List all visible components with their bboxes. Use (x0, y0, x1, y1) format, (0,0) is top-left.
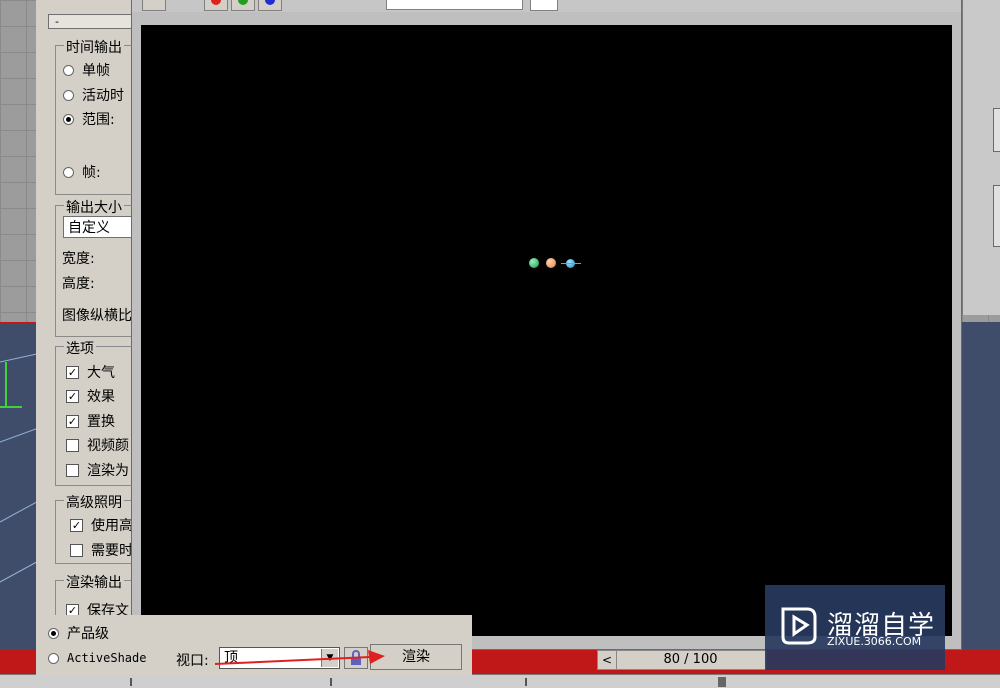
check-icon[interactable]: ✓ (70, 518, 83, 532)
track-key-marker[interactable] (718, 677, 726, 687)
frames-option[interactable]: 帧: (63, 162, 101, 182)
output-size-title: 输出大小 (64, 197, 124, 217)
check-icon[interactable]: ✓ (66, 365, 79, 379)
width-label: 宽度: (62, 251, 95, 267)
rollout-collapse-toggle[interactable]: - (48, 14, 138, 29)
radio-icon[interactable] (63, 64, 74, 76)
video-color-label: 视频颜 (87, 438, 129, 454)
render-to-fields-label: 渲染为 (87, 463, 129, 479)
height-label: 高度: (62, 276, 95, 292)
activeshade-option[interactable]: ActiveShade (48, 651, 148, 665)
production-label: 产品级 (67, 626, 109, 642)
orange-planet (546, 258, 556, 268)
channel-display-dropdown[interactable] (386, 0, 523, 10)
radio-icon[interactable] (48, 652, 59, 664)
use-advanced-lighting-label: 使用高 (91, 518, 133, 534)
advanced-lighting-title: 高级照明 (64, 492, 124, 512)
single-frame-label: 单帧 (82, 63, 110, 79)
radio-icon[interactable] (63, 166, 74, 178)
radio-icon[interactable] (63, 89, 74, 101)
red-dot-icon (211, 0, 221, 5)
save-image-button[interactable] (142, 0, 166, 11)
production-option[interactable]: 产品级 (48, 623, 109, 643)
check-icon[interactable]: ✓ (66, 389, 79, 403)
blue-channel-button[interactable] (258, 0, 282, 11)
frame-toolbar (132, 0, 961, 12)
annotation-arrow-icon (214, 650, 385, 665)
frame-counter[interactable]: 80 / 100 (618, 652, 763, 668)
check-icon[interactable] (66, 438, 79, 452)
render-setup-panel: - 时间输出 单帧 活动时 范围: 帧: 输出大小 宽度: 高度: 图像纵横比 … (36, 0, 151, 688)
prev-frame-icon[interactable]: < (598, 651, 617, 669)
track-tick (525, 678, 527, 686)
blue-dot-icon (265, 0, 275, 5)
compute-when-needed-label: 需要时 (91, 543, 133, 559)
viewport-label: 视口: (176, 653, 209, 669)
track-tick (330, 678, 332, 686)
effects-checkbox[interactable]: ✓ 效果 (66, 386, 115, 406)
active-segment-label: 活动时 (82, 88, 124, 104)
options-title: 选项 (64, 338, 96, 358)
check-icon[interactable]: ✓ (66, 414, 79, 428)
green-channel-button[interactable] (231, 0, 255, 11)
radio-selected-icon[interactable] (63, 113, 74, 125)
red-channel-button[interactable] (204, 0, 228, 11)
command-panel-strip (962, 0, 1000, 315)
rendered-frame-window (131, 0, 962, 650)
atmosphere-checkbox[interactable]: ✓ 大气 (66, 362, 115, 382)
watermark-url: ZIXUE.3066.COM (827, 635, 922, 648)
range-option[interactable]: 范围: (63, 109, 115, 129)
time-slider[interactable]: < 80 / 100 (597, 650, 767, 670)
render-output-title: 渲染输出 (64, 572, 124, 592)
render-to-fields-checkbox[interactable]: 渲染为 (66, 460, 129, 480)
watermark-logo: 溜溜自学 ZIXUE.3066.COM (765, 585, 945, 670)
perspective-viewport-right[interactable] (962, 322, 1000, 652)
compute-when-needed-checkbox[interactable]: 需要时 (70, 540, 133, 560)
check-icon[interactable] (66, 463, 79, 477)
check-icon[interactable] (70, 543, 83, 557)
play-logo-icon (781, 607, 817, 645)
time-output-title: 时间输出 (64, 37, 124, 57)
activeshade-label: ActiveShade (67, 651, 147, 665)
planet-ring (561, 263, 581, 264)
range-label: 范围: (82, 112, 115, 128)
displacement-label: 置换 (87, 414, 115, 430)
frames-label: 帧: (82, 165, 101, 181)
video-color-checkbox[interactable]: 视频颜 (66, 435, 129, 455)
green-dot-icon (238, 0, 248, 5)
output-size-preset-dropdown[interactable]: 自定义 (63, 216, 138, 238)
displacement-checkbox[interactable]: ✓ 置换 (66, 411, 115, 431)
single-frame-option[interactable]: 单帧 (63, 60, 110, 80)
color-swatch[interactable] (530, 0, 558, 11)
command-panel-box-2[interactable] (993, 185, 1000, 247)
radio-selected-icon[interactable] (48, 627, 59, 639)
render-canvas (141, 25, 952, 636)
atmosphere-label: 大气 (87, 365, 115, 381)
green-planet (529, 258, 539, 268)
track-bar[interactable] (0, 674, 1000, 688)
command-panel-box-1[interactable] (993, 108, 1000, 152)
effects-label: 效果 (87, 389, 115, 405)
active-segment-option[interactable]: 活动时 (63, 85, 124, 105)
track-tick (130, 678, 132, 686)
use-advanced-lighting-checkbox[interactable]: ✓ 使用高 (70, 515, 133, 535)
aspect-ratio-label: 图像纵横比 (62, 308, 132, 324)
